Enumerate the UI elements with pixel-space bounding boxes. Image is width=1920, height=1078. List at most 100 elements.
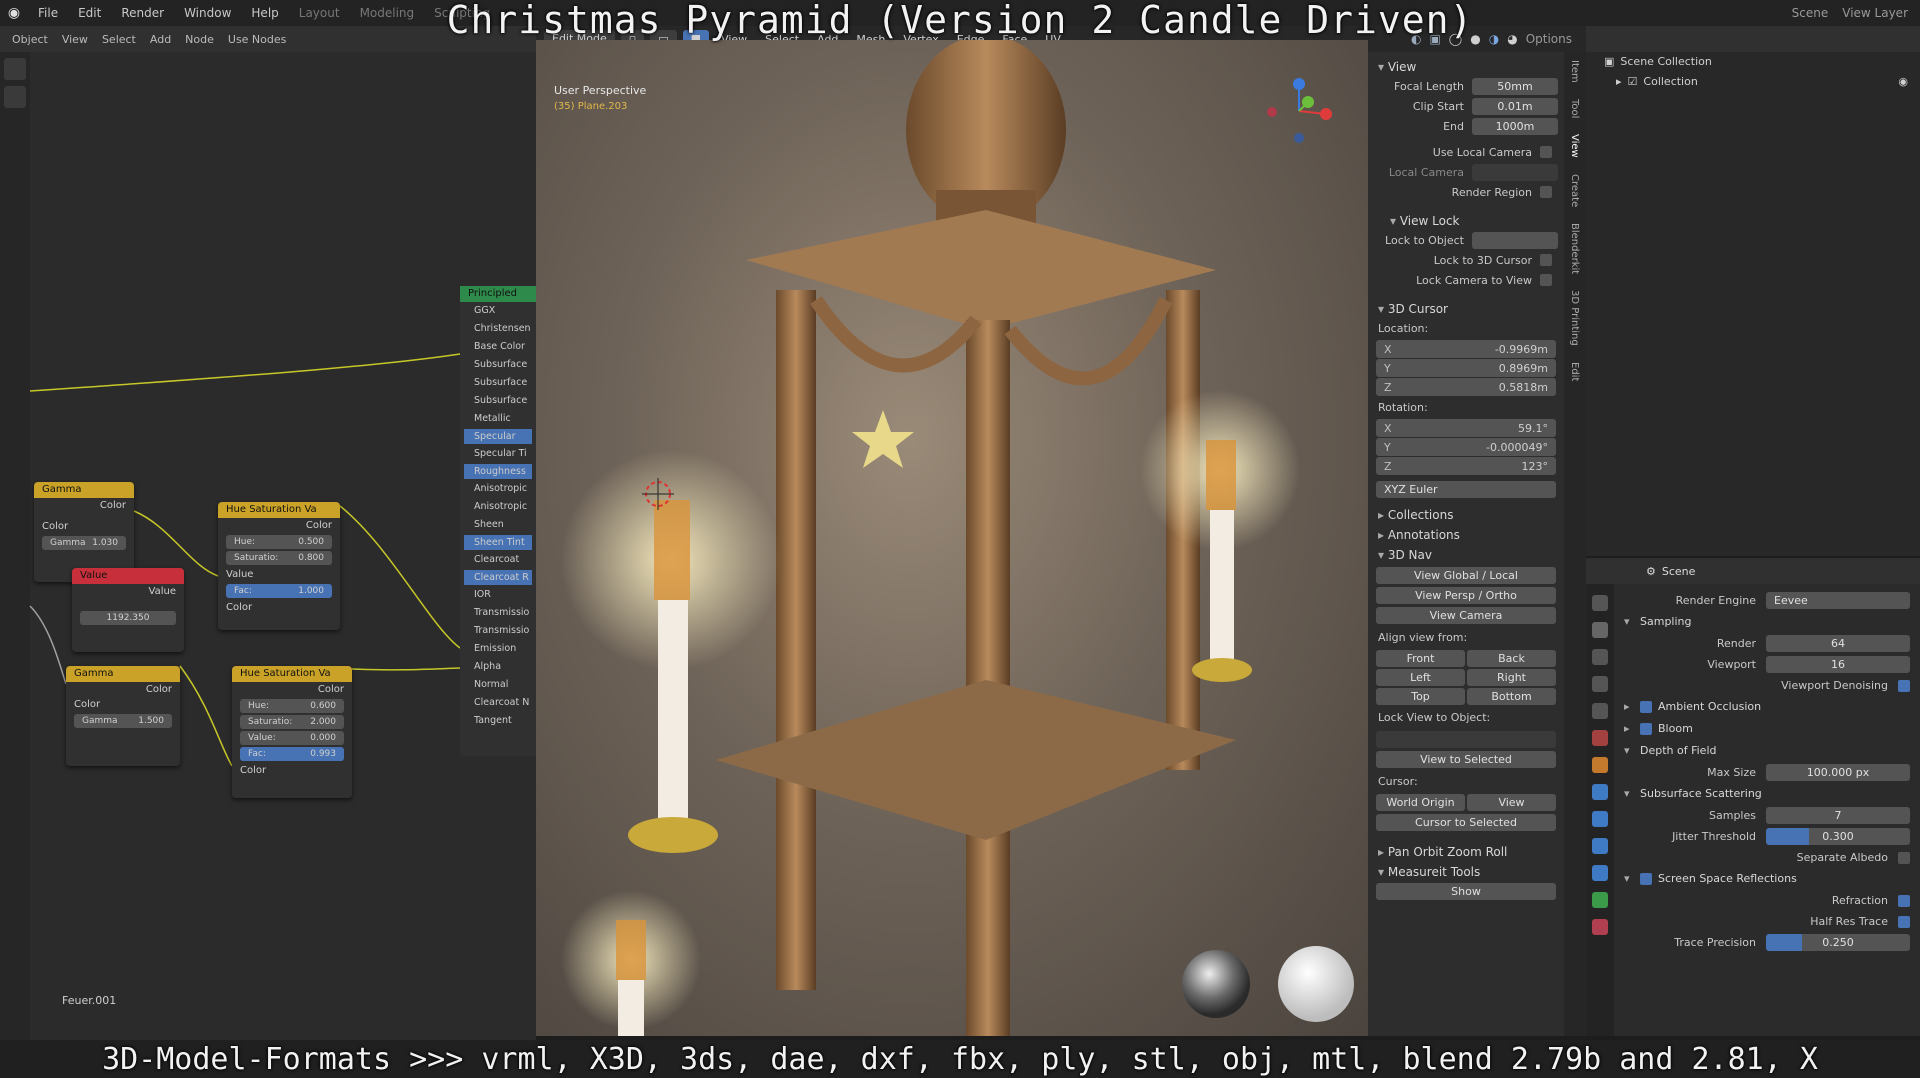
checkbox[interactable] <box>1640 701 1652 713</box>
screen-space-reflections-panel[interactable]: ▾ Screen Space Reflections <box>1616 868 1920 890</box>
tab-3d-printing[interactable]: 3D Printing <box>1569 282 1580 354</box>
world-origin-button[interactable]: World Origin <box>1376 794 1465 811</box>
hue-saturation-node-2[interactable]: Hue Saturation Va Color Hue: 0.600 Satura… <box>232 666 352 798</box>
bloom-panel[interactable]: ▸ Bloom <box>1616 718 1920 740</box>
output-tab-icon[interactable] <box>1592 649 1608 665</box>
principled-input-row[interactable]: IOR <box>460 586 536 604</box>
principled-input-row[interactable]: Transmissio <box>460 604 536 622</box>
render-engine-dropdown[interactable]: Eevee <box>1766 592 1910 609</box>
blender-logo-icon[interactable]: ◉ <box>0 0 28 26</box>
sss-samples-field[interactable]: 7 <box>1766 807 1910 824</box>
view-to-selected-button[interactable]: View to Selected <box>1376 751 1556 768</box>
principled-input-row[interactable]: Sheen Tint <box>464 535 532 550</box>
cursor-view-button[interactable]: View <box>1467 794 1556 811</box>
align-right-button[interactable]: Right <box>1467 669 1556 686</box>
principled-input-row[interactable]: Christensen <box>460 320 536 338</box>
jitter-threshold-slider[interactable]: 0.300 <box>1766 828 1910 845</box>
tab-view[interactable]: View <box>1569 126 1580 166</box>
z-axis-handle[interactable] <box>1293 78 1305 90</box>
checkbox[interactable] <box>1540 146 1552 158</box>
depth-of-field-panel[interactable]: ▾ Depth of Field <box>1616 740 1920 762</box>
cursor-rot-y-field[interactable]: Y -0.000049° <box>1376 438 1556 456</box>
section-pan-orbit[interactable]: Pan Orbit Zoom Roll <box>1368 841 1564 861</box>
view-layer-tab-icon[interactable] <box>1592 676 1608 692</box>
render-tab-icon[interactable] <box>1592 622 1608 638</box>
separate-albedo-checkbox[interactable] <box>1898 851 1910 864</box>
fac-field[interactable]: Fac: 1.000 <box>226 584 332 598</box>
shader-node-editor[interactable]: Object View Select Add Node Use Nodes Ga… <box>0 26 536 1040</box>
prop-value[interactable]: 50mm <box>1472 77 1558 95</box>
principled-input-row[interactable]: Anisotropic <box>460 498 536 516</box>
principled-input-row[interactable]: Clearcoat N <box>460 694 536 712</box>
cursor-rot-z-field[interactable]: Z 123° <box>1376 457 1556 475</box>
use-local-camera-checkbox[interactable]: Use Local Camera <box>1368 142 1564 162</box>
principled-input-row[interactable]: Specular Ti <box>460 445 536 463</box>
workspace-tab-layout[interactable]: Layout <box>289 6 350 20</box>
xray-icon[interactable]: ▣ <box>1429 32 1440 46</box>
view-persp-ortho-button[interactable]: View Persp / Ortho <box>1376 587 1556 604</box>
principled-input-row[interactable]: Sheen <box>460 516 536 534</box>
viewport-samples-field[interactable]: 16 <box>1766 656 1910 673</box>
gamma-node-2[interactable]: Gamma Color Color Gamma 1.500 <box>66 666 180 766</box>
principled-input-row[interactable]: Alpha <box>460 658 536 676</box>
tab-blenderkit[interactable]: Blenderkit <box>1569 215 1580 282</box>
section-view-lock[interactable]: View Lock <box>1368 210 1564 230</box>
render-region-checkbox[interactable]: Render Region <box>1368 182 1564 202</box>
principled-input-row[interactable]: Subsurface <box>460 392 536 410</box>
checkbox[interactable] <box>1640 723 1652 735</box>
gamma-field[interactable]: Gamma 1.500 <box>74 714 172 728</box>
principled-input-row[interactable]: Tangent <box>460 712 536 730</box>
hue-saturation-node-1[interactable]: Hue Saturation Va Color Hue: 0.500 Satura… <box>218 502 340 630</box>
rotation-mode-dropdown[interactable]: XYZ Euler <box>1376 481 1556 498</box>
refraction-checkbox[interactable] <box>1898 894 1910 907</box>
scene-tab-icon[interactable] <box>1592 703 1608 719</box>
principled-input-row[interactable]: GGX <box>460 302 536 320</box>
menu-edit[interactable]: Edit <box>68 6 111 20</box>
cursor-y-field[interactable]: Y 0.8969m <box>1376 359 1556 377</box>
lock-view-object-field[interactable] <box>1376 731 1556 748</box>
checkbox[interactable] <box>1640 873 1652 885</box>
principled-input-row[interactable]: Emission <box>460 640 536 658</box>
value-node[interactable]: Value Value 1192.350 <box>72 568 184 652</box>
modifier-tab-icon[interactable] <box>1592 784 1608 800</box>
neg-z-axis-handle[interactable] <box>1294 133 1304 143</box>
ambient-occlusion-panel[interactable]: ▸ Ambient Occlusion <box>1616 696 1920 718</box>
checkbox[interactable] <box>1540 186 1552 198</box>
tab-item[interactable]: Item <box>1569 52 1580 91</box>
section-collections[interactable]: Collections <box>1368 504 1564 524</box>
principled-input-row[interactable]: Specular <box>464 429 532 444</box>
cursor-to-selected-button[interactable]: Cursor to Selected <box>1376 814 1556 831</box>
principled-input-row[interactable]: Subsurface <box>460 374 536 392</box>
prop-value[interactable] <box>1472 163 1558 181</box>
align-front-button[interactable]: Front <box>1376 650 1465 667</box>
navigation-gizmo[interactable] <box>1264 76 1334 146</box>
gamma-field[interactable]: Gamma 1.030 <box>42 536 126 550</box>
prop-value[interactable]: 1000m <box>1472 117 1558 135</box>
tab-edit[interactable]: Edit <box>1569 354 1580 389</box>
eye-icon[interactable]: ◉ <box>1898 72 1908 92</box>
collection-row[interactable]: ▸ ☑ Collection ◉ <box>1586 72 1920 92</box>
constraints-tab-icon[interactable] <box>1592 865 1608 881</box>
menu-window[interactable]: Window <box>174 6 241 20</box>
cursor-x-field[interactable]: X -0.9969m <box>1376 340 1556 358</box>
overlay-icon[interactable]: ◐ <box>1411 32 1421 46</box>
section-annotations[interactable]: Annotations <box>1368 524 1564 544</box>
sampling-panel[interactable]: ▾ Sampling <box>1616 611 1920 633</box>
focal-length-field[interactable]: Focal Length 50mm <box>1368 76 1564 96</box>
section-view[interactable]: View <box>1368 56 1564 76</box>
clip-end-field[interactable]: End 1000m <box>1368 116 1564 136</box>
prop-value[interactable] <box>1472 231 1558 249</box>
wireframe-shading-icon[interactable]: ◯ <box>1449 32 1462 46</box>
expand-arrow-icon[interactable]: ▸ <box>1616 72 1622 92</box>
principled-input-row[interactable]: Transmissio <box>460 622 536 640</box>
cursor-z-field[interactable]: Z 0.5818m <box>1376 378 1556 396</box>
physics-tab-icon[interactable] <box>1592 838 1608 854</box>
clip-start-field[interactable]: Clip Start 0.01m <box>1368 96 1564 116</box>
saturation-field[interactable]: Saturatio: 2.000 <box>240 715 344 729</box>
section-3d-cursor[interactable]: 3D Cursor <box>1368 298 1564 318</box>
render-samples-field[interactable]: 64 <box>1766 635 1910 652</box>
principled-input-row[interactable]: Roughness <box>464 464 532 479</box>
align-back-button[interactable]: Back <box>1467 650 1556 667</box>
principled-input-row[interactable]: Clearcoat R <box>464 570 532 585</box>
scene-selector[interactable]: Scene <box>1792 6 1829 20</box>
